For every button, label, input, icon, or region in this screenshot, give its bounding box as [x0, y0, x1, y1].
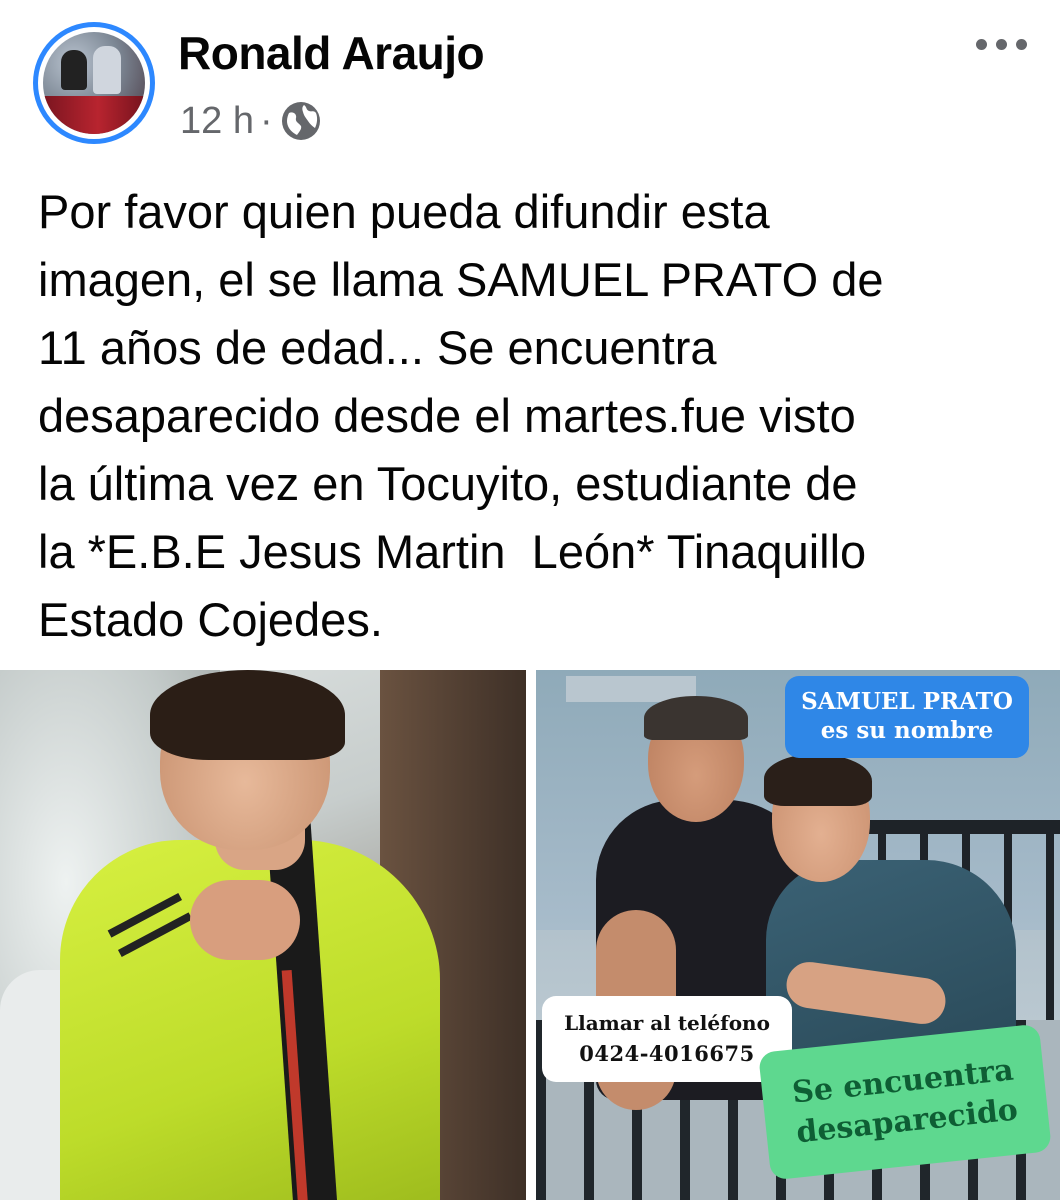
post-time[interactable]: 12 h — [180, 100, 254, 143]
post-text: Por favor quien pueda difundir esta imag… — [38, 185, 884, 646]
name-badge: SAMUEL PRATO es su nombre — [785, 676, 1029, 758]
post-header: Ronald Araujo 12 h · — [0, 0, 1060, 160]
more-options-icon — [975, 38, 987, 50]
author-avatar[interactable] — [33, 22, 155, 144]
meta-separator: · — [259, 99, 273, 142]
more-options-dot — [1015, 38, 1027, 50]
photo-boy[interactable] — [0, 670, 526, 1200]
photo-missing-poster[interactable]: SAMUEL PRATO es su nombre Llamar al telé… — [536, 670, 1060, 1200]
author-name[interactable]: Ronald Araujo — [178, 26, 485, 80]
phone-badge: Llamar al teléfono 0424-4016675 — [542, 996, 792, 1082]
name-badge-line1: SAMUEL PRATO — [801, 688, 1013, 715]
phone-number: 0424-4016675 — [579, 1041, 755, 1066]
name-badge-line2: es su nombre — [820, 717, 994, 744]
avatar-image — [43, 32, 145, 134]
post-meta: 12 h · — [180, 96, 323, 146]
more-options-dot — [995, 38, 1007, 50]
more-options-button[interactable] — [966, 24, 1036, 64]
globe-icon[interactable] — [279, 99, 323, 143]
post-photos: SAMUEL PRATO es su nombre Llamar al telé… — [0, 670, 1060, 1200]
phone-badge-line1: Llamar al teléfono — [564, 1011, 770, 1035]
